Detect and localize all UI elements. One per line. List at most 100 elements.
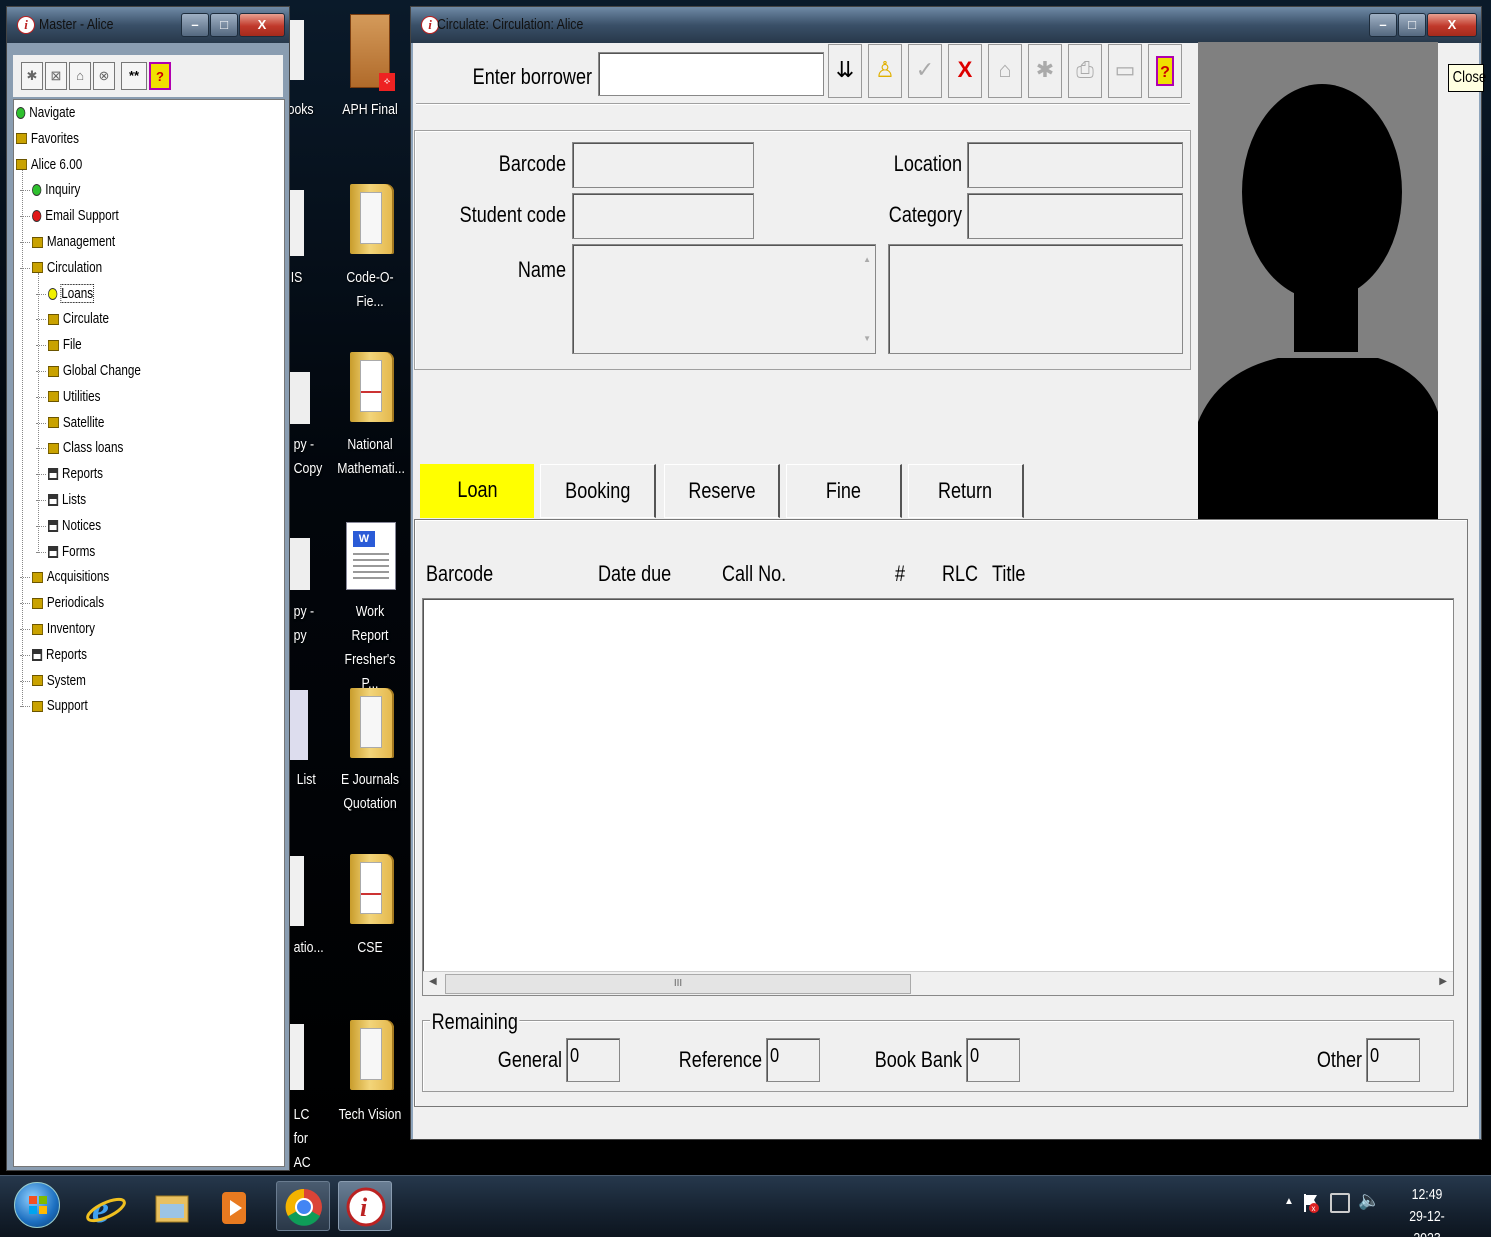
volume-icon[interactable]: 🔈	[1358, 1190, 1380, 1211]
desktop-icon-code-o-fie[interactable]: Code-O-Fie...	[337, 266, 403, 314]
tree-item[interactable]: File	[48, 334, 82, 356]
folder-icon[interactable]	[350, 854, 394, 924]
tree-item[interactable]: Loans	[48, 283, 94, 305]
scroll-left-icon[interactable]: ◀	[429, 976, 437, 987]
category-field[interactable]	[967, 193, 1183, 239]
tree-item[interactable]: Email Support	[32, 205, 119, 227]
col-call-no[interactable]: Call No.	[722, 560, 786, 588]
stars-button[interactable]: **	[121, 62, 147, 90]
desktop-icon-tech-vision[interactable]: Tech Vision	[337, 1103, 403, 1127]
tree-item[interactable]: Inventory	[32, 618, 95, 640]
tree-item[interactable]: Reports	[32, 644, 87, 666]
close-button[interactable]: X	[1427, 13, 1477, 37]
borrower-icon[interactable]: ♙	[868, 44, 902, 98]
col-date-due[interactable]: Date due	[598, 560, 671, 588]
tab-fine[interactable]: Fine	[786, 464, 902, 518]
minimize-button[interactable]: –	[1369, 13, 1397, 37]
reference-field[interactable]: 0	[766, 1038, 820, 1082]
tab-return[interactable]: Return	[908, 464, 1024, 518]
accept-button[interactable]: ✓	[908, 44, 942, 98]
other-field[interactable]: 0	[1366, 1038, 1420, 1082]
partial-icon-1[interactable]	[290, 20, 304, 80]
desktop-icon-national-mathemati[interactable]: National Mathemati...	[337, 433, 405, 481]
desktop-icon-ooks[interactable]: ooks	[288, 98, 321, 122]
col-title[interactable]: Title	[992, 560, 1025, 588]
loans-list[interactable]: ◀ III ▶	[422, 598, 1454, 996]
barcode-field[interactable]	[572, 142, 754, 188]
partial-icon-2[interactable]	[290, 190, 304, 256]
desktop-icon-list[interactable]: List	[297, 768, 322, 792]
tree-item[interactable]: Satellite	[48, 412, 104, 434]
show-hidden-icons-icon[interactable]: ▲	[1284, 1196, 1294, 1207]
tree-item[interactable]: Acquisitions	[32, 566, 109, 588]
delete-doc-icon[interactable]: ⊠	[45, 62, 67, 90]
col-rlc[interactable]: RLC	[942, 560, 978, 588]
partial-icon-3[interactable]	[290, 372, 310, 424]
student-code-field[interactable]	[572, 193, 754, 239]
book-bank-field[interactable]: 0	[966, 1038, 1020, 1082]
minimize-button[interactable]: –	[181, 13, 209, 37]
tree-item[interactable]: Favorites	[16, 128, 79, 150]
partial-icon-4[interactable]	[290, 538, 310, 590]
tree-item[interactable]: System	[32, 670, 86, 692]
chrome-taskbar-button[interactable]	[276, 1181, 330, 1231]
tree-item[interactable]: Reports	[48, 463, 103, 485]
print-icon[interactable]: ⎙	[1068, 44, 1102, 98]
tree-item[interactable]: Circulation	[32, 257, 102, 279]
lookup-icon[interactable]: ⇊	[828, 44, 862, 98]
save-icon[interactable]: ▭	[1108, 44, 1142, 98]
name-field[interactable]: ▲ ▼	[572, 244, 876, 354]
tree-item[interactable]: Periodicals	[32, 592, 104, 614]
general-field[interactable]: 0	[566, 1038, 620, 1082]
col-barcode[interactable]: Barcode	[426, 560, 493, 588]
help-button[interactable]: ?	[1148, 44, 1182, 98]
desktop-icon-work-report[interactable]: Work Report Fresher's P...	[337, 600, 403, 696]
tree-item[interactable]: Notices	[48, 515, 101, 537]
tree-item[interactable]: Management	[32, 231, 115, 253]
partial-icon-5[interactable]	[290, 690, 308, 760]
desktop-icon-cse[interactable]: CSE	[337, 936, 403, 960]
tree-item[interactable]: Class loans	[48, 437, 123, 459]
word-document-icon[interactable]: W	[346, 522, 396, 590]
scroll-right-icon[interactable]: ▶	[1439, 976, 1447, 987]
folder-icon[interactable]	[350, 352, 394, 422]
partial-icon-6[interactable]	[290, 856, 304, 926]
open-folder-icon[interactable]: ⌂	[69, 62, 91, 90]
clock[interactable]: 12:49 29-12-2023	[1392, 1184, 1462, 1237]
new-icon[interactable]: ✱	[21, 62, 43, 90]
network-icon[interactable]	[1330, 1193, 1350, 1213]
notes-field[interactable]	[888, 244, 1183, 354]
tree-item[interactable]: Support	[32, 695, 88, 717]
tree-item[interactable]: Forms	[48, 541, 95, 563]
scroll-down-icon[interactable]: ▼	[863, 334, 871, 343]
enter-borrower-input[interactable]	[598, 52, 824, 96]
stop-icon[interactable]: ⊗	[93, 62, 115, 90]
tree-item[interactable]: Alice 6.00	[16, 154, 82, 176]
desktop-icon-aph-final[interactable]: APH Final	[337, 98, 403, 122]
cancel-button[interactable]: X	[948, 44, 982, 98]
folder-icon[interactable]	[350, 184, 394, 254]
internet-explorer-icon[interactable]: e	[84, 1186, 128, 1231]
desktop-icon-e-journals[interactable]: E Journals Quotation	[337, 768, 403, 816]
media-player-icon[interactable]	[212, 1186, 256, 1230]
new-record-icon[interactable]: ✱	[1028, 44, 1062, 98]
maximize-button[interactable]: □	[1398, 13, 1426, 37]
tree-item[interactable]: Global Change	[48, 360, 141, 382]
alice-taskbar-button[interactable]: i	[338, 1181, 392, 1231]
desktop-icon-is[interactable]: IS	[291, 266, 316, 290]
help-icon[interactable]: ?	[149, 62, 171, 90]
master-titlebar[interactable]: i Master - Alice – □ X	[7, 7, 289, 43]
tree-item[interactable]: Utilities	[48, 386, 101, 408]
action-center-icon[interactable]: x	[1302, 1192, 1320, 1214]
desktop-icon-atio[interactable]: atio...	[294, 936, 327, 960]
tab-loan[interactable]: Loan	[420, 464, 534, 518]
start-button[interactable]	[14, 1182, 60, 1228]
tree-item[interactable]: Lists	[48, 489, 86, 511]
file-explorer-icon[interactable]	[150, 1186, 194, 1230]
open-folder-icon[interactable]: ⌂	[988, 44, 1022, 98]
desktop-icon-py-copy[interactable]: py - Copy	[294, 433, 327, 481]
scroll-up-icon[interactable]: ▲	[863, 255, 871, 264]
location-field[interactable]	[967, 142, 1183, 188]
circulate-titlebar[interactable]: i Circulate: Circulation: Alice – □ X	[411, 7, 1481, 43]
horizontal-scrollbar[interactable]: ◀ III ▶	[423, 971, 1453, 995]
